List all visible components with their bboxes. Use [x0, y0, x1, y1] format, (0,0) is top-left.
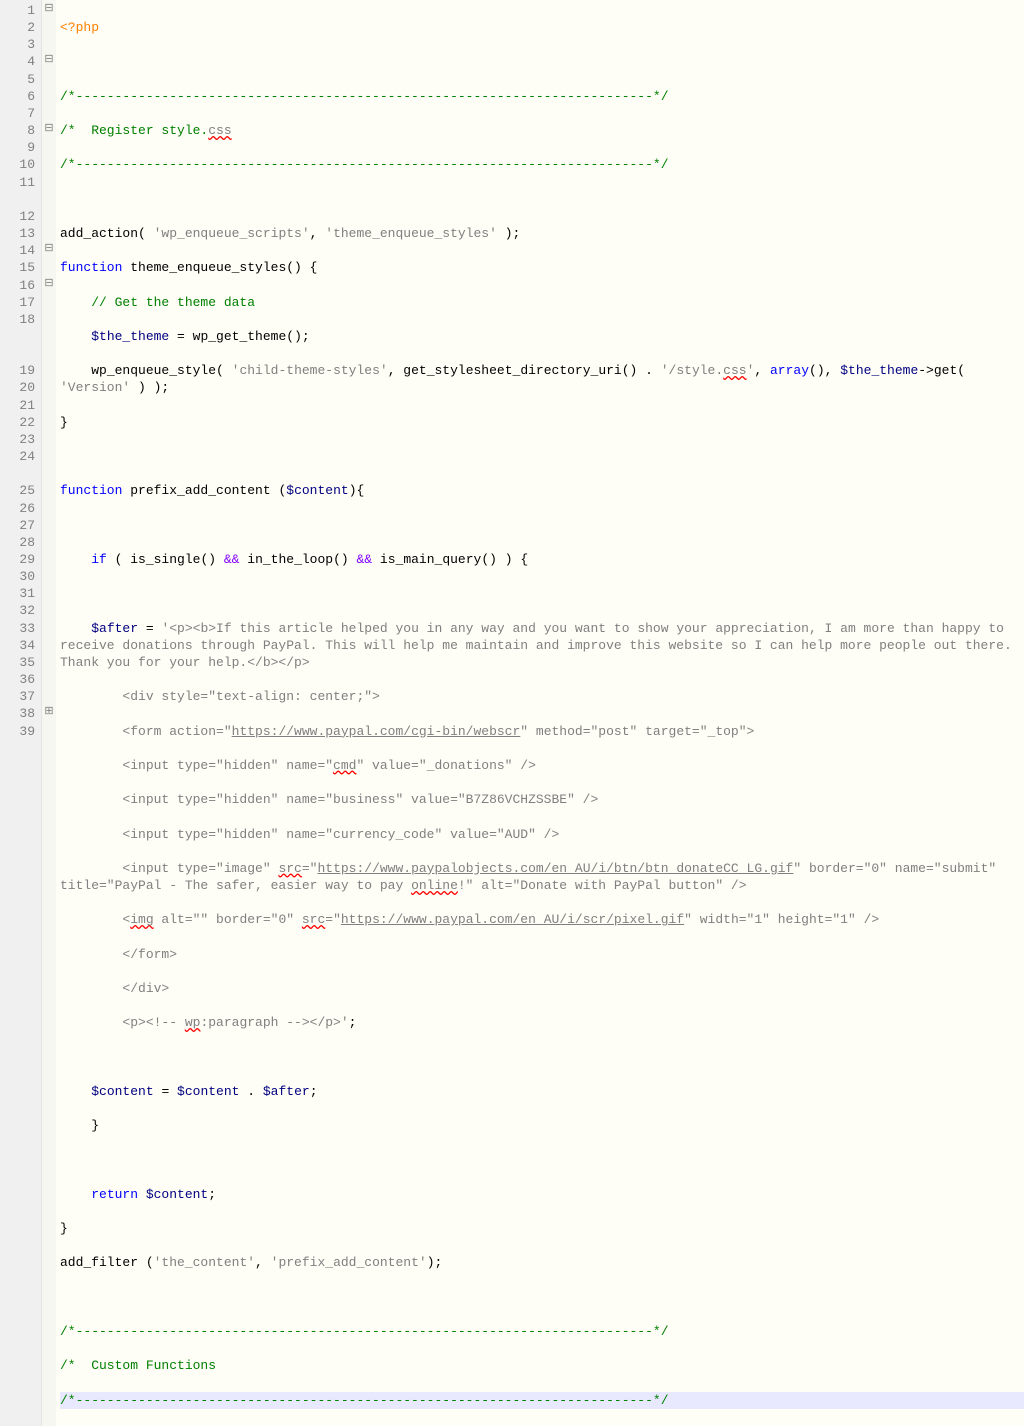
url-paypal: https://www.paypal.com/cgi-bin/webscr	[232, 724, 521, 739]
comment: /*--------------------------------------…	[60, 89, 669, 104]
fold-spacer	[42, 431, 56, 448]
fold-toggle-icon[interactable]	[42, 705, 56, 722]
line-number: 6	[0, 88, 35, 105]
fold-spacer	[42, 482, 56, 499]
line-number: 31	[0, 585, 35, 602]
string-literal: '<p><b>If this article helped you in any…	[60, 621, 1020, 670]
line-number: 37	[0, 688, 35, 705]
fold-spacer	[42, 259, 56, 276]
line-number: 3	[0, 36, 35, 53]
line-number: 11	[0, 174, 35, 191]
php-open-tag: <?php	[60, 20, 99, 35]
line-number: 10	[0, 156, 35, 173]
fold-spacer	[42, 414, 56, 431]
fold-spacer	[42, 36, 56, 53]
line-number: 14	[0, 242, 35, 259]
fold-spacer	[42, 637, 56, 654]
fold-spacer	[42, 723, 56, 740]
fold-spacer	[42, 174, 56, 191]
line-number: 18	[0, 311, 35, 328]
fold-toggle-icon[interactable]	[42, 122, 56, 139]
line-number: 19	[0, 362, 35, 379]
line-number: 32	[0, 602, 35, 619]
line-number: 35	[0, 654, 35, 671]
fold-spacer	[42, 71, 56, 88]
line-number: 5	[0, 71, 35, 88]
line-number: 16	[0, 277, 35, 294]
line-number-gutter: 1234567891011 12131415161718 19202122232…	[0, 0, 42, 1426]
line-number: 13	[0, 225, 35, 242]
fold-spacer	[42, 551, 56, 568]
line-number: 27	[0, 517, 35, 534]
fold-spacer	[42, 397, 56, 414]
fold-toggle-icon[interactable]	[42, 2, 56, 19]
fold-spacer	[42, 311, 56, 328]
line-number: 9	[0, 139, 35, 156]
line-number: 24	[0, 448, 35, 465]
fold-spacer	[42, 534, 56, 551]
fold-spacer	[42, 688, 56, 705]
keyword-function: function	[60, 260, 130, 275]
line-number: 15	[0, 259, 35, 276]
fold-spacer	[42, 139, 56, 156]
fold-spacer	[42, 568, 56, 585]
func-call: add_action	[60, 226, 138, 241]
line-number: 7	[0, 105, 35, 122]
line-number: 8	[0, 122, 35, 139]
line-number: 25	[0, 482, 35, 499]
line-number: 1	[0, 2, 35, 19]
fold-toggle-icon[interactable]	[42, 277, 56, 294]
fold-spacer	[42, 208, 56, 225]
fold-spacer	[42, 602, 56, 619]
fold-spacer	[42, 500, 56, 517]
line-number: 23	[0, 431, 35, 448]
fold-spacer	[42, 156, 56, 173]
fold-spacer	[42, 448, 56, 465]
line-number: 36	[0, 671, 35, 688]
fold-spacer	[42, 517, 56, 534]
comment: /* Register style.	[60, 123, 208, 138]
fold-spacer	[42, 362, 56, 379]
fold-spacer	[42, 294, 56, 311]
line-number: 29	[0, 551, 35, 568]
line-number: 12	[0, 208, 35, 225]
line-number: 26	[0, 500, 35, 517]
fold-spacer	[42, 19, 56, 36]
fold-toggle-icon[interactable]	[42, 242, 56, 259]
line-number: 30	[0, 568, 35, 585]
line-number: 20	[0, 379, 35, 396]
comment: /*--------------------------------------…	[60, 157, 669, 172]
spell-error: css	[208, 123, 231, 138]
fold-spacer	[42, 620, 56, 637]
code-area[interactable]: <?php /*--------------------------------…	[56, 0, 1024, 1426]
line-number: 28	[0, 534, 35, 551]
comment: // Get the theme data	[60, 295, 255, 310]
fold-toggle-icon[interactable]	[42, 53, 56, 70]
line-number: 34	[0, 637, 35, 654]
line-number: 39	[0, 723, 35, 740]
fold-spacer	[42, 379, 56, 396]
fold-spacer	[42, 671, 56, 688]
fold-spacer	[42, 88, 56, 105]
line-number: 38	[0, 705, 35, 722]
fold-column	[42, 0, 56, 1426]
line-number: 4	[0, 53, 35, 70]
line-number: 21	[0, 397, 35, 414]
fold-spacer	[42, 105, 56, 122]
line-number: 22	[0, 414, 35, 431]
line-number: 33	[0, 620, 35, 637]
line-number: 2	[0, 19, 35, 36]
fold-spacer	[42, 585, 56, 602]
line-number: 17	[0, 294, 35, 311]
fold-spacer	[42, 654, 56, 671]
fold-spacer	[42, 225, 56, 242]
